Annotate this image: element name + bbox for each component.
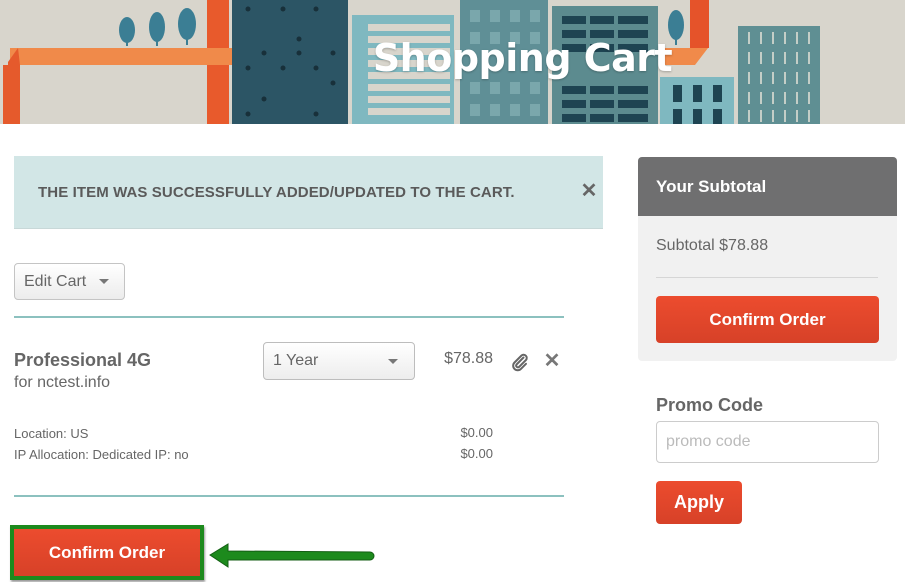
close-icon[interactable]: ✕ — [577, 178, 601, 204]
product-name: Professional 4G — [14, 350, 152, 370]
chevron-down-icon — [388, 359, 398, 364]
divider — [14, 316, 564, 318]
divider — [656, 277, 878, 278]
promo-code-label: Promo Code — [656, 395, 764, 415]
divider — [14, 495, 564, 497]
arrow-left-icon — [209, 543, 375, 568]
alert-message: THE ITEM WAS SUCCESSFULLY ADDED/UPDATED … — [38, 184, 515, 201]
highlight-box: Confirm Order — [10, 525, 204, 580]
subtotal-amount: Subtotal $78.88 — [656, 237, 769, 254]
item-detail-label: IP Allocation: Dedicated IP: no — [14, 447, 189, 462]
edit-cart-dropdown[interactable]: Edit Cart — [14, 263, 125, 300]
product-price: $78.88 — [444, 350, 493, 367]
chevron-down-icon — [99, 279, 109, 284]
period-value: 1 Year — [273, 352, 319, 369]
promo-code-input[interactable] — [656, 421, 879, 463]
confirm-order-button[interactable]: Confirm Order — [14, 529, 200, 576]
header-banner: Shopping Cart — [0, 0, 905, 124]
page-title: Shopping Cart — [372, 36, 673, 80]
success-alert: THE ITEM WAS SUCCESSFULLY ADDED/UPDATED … — [14, 156, 603, 229]
item-detail-price: $0.00 — [460, 425, 493, 440]
edit-cart-label: Edit Cart — [24, 273, 87, 290]
item-detail-price: $0.00 — [460, 446, 493, 461]
confirm-order-button[interactable]: Confirm Order — [656, 296, 879, 343]
subtotal-card: Your Subtotal Subtotal $78.88 Confirm Or… — [638, 157, 897, 361]
item-detail-label: Location: US — [14, 426, 89, 441]
apply-promo-button[interactable]: Apply — [656, 481, 742, 524]
product-domain: for nctest.info — [14, 374, 111, 391]
subtotal-title: Your Subtotal — [638, 157, 897, 216]
paperclip-icon[interactable] — [510, 352, 530, 372]
period-select[interactable]: 1 Year — [263, 342, 415, 380]
remove-item-icon[interactable]: ✕ — [542, 350, 562, 372]
